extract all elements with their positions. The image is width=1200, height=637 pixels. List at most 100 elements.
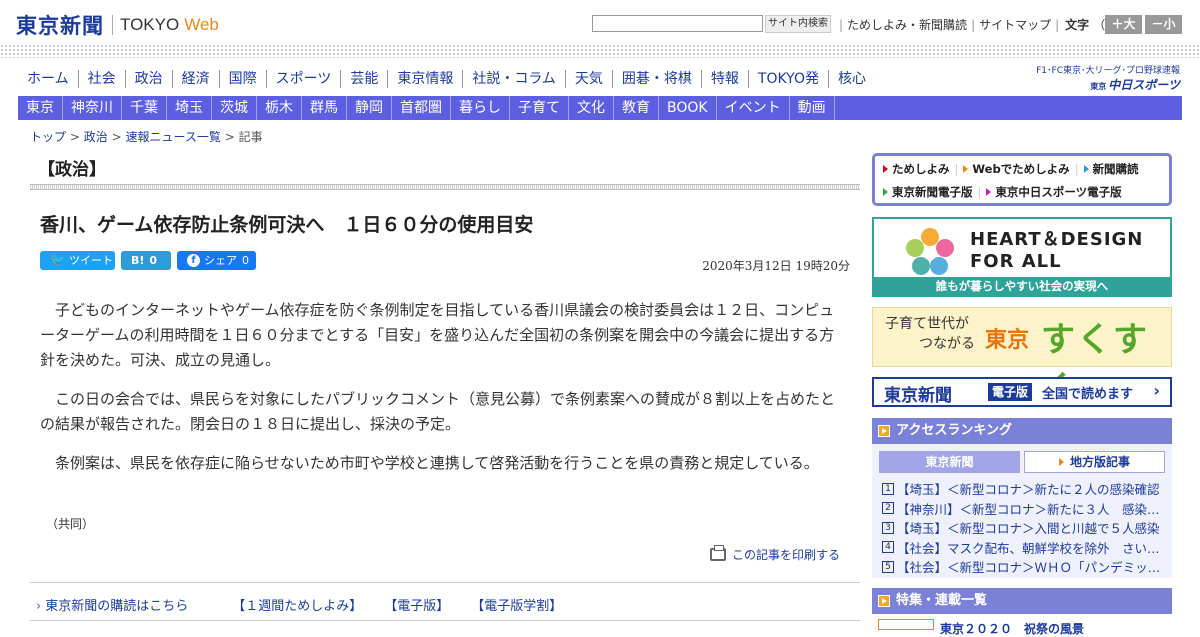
ranking-item[interactable]: 2 【神奈川】＜新型コロナ＞新たに３人 感染確認 [882,499,1164,519]
digital-edition-link[interactable]: 【電子版】 [384,595,449,614]
subscription-link[interactable]: 新聞購読 [1083,161,1139,177]
breadcrumb-sep: > [69,130,80,144]
nav-item-home[interactable]: ホーム [18,70,78,88]
main-nav: ホーム 社会 政治 経済 国際 スポーツ 芸能 東京情報 社説・コラム 天気 囲… [18,70,875,88]
article-paragraph: 条例案は、県民を依存症に陥らせないため市町や学校と連携して啓発活動を行うことを県… [55,454,819,472]
region-parenting[interactable]: 子育て [510,96,569,120]
region-shutoken[interactable]: 首都圏 [392,96,451,120]
breadcrumb: トップ > 政治 > 速報ニュース一覧 > 記事 [30,128,263,145]
tab-tokyo-shimbun[interactable]: 東京新聞 [879,451,1020,473]
region-living[interactable]: 暮らし [451,96,510,120]
region-event[interactable]: イベント [717,96,790,120]
section-title: 【政治】 [38,160,106,180]
chunichi-digital-link[interactable]: 東京中日スポーツ電子版 [986,184,1122,200]
header-dotted-divider [0,44,1200,58]
tokyo-sukusuku-banner[interactable]: 子育て世代が つながる 東京 すくすく [872,307,1172,409]
region-education[interactable]: 教育 [614,96,659,120]
tab-local-articles[interactable]: 地方版記事 [1024,451,1165,473]
nav-item-sports[interactable]: スポーツ [265,70,341,88]
font-bigger-button[interactable]: ＋大 [1105,15,1142,34]
region-tochigi[interactable]: 栃木 [257,96,302,120]
sitemap-link[interactable]: サイトマップ [979,16,1051,33]
feature-item-text[interactable]: 東京２０２０ 祝祭の風景 [940,620,1084,637]
breadcrumb-top[interactable]: トップ [30,130,66,144]
heart-design-banner[interactable]: HEART＆DESIGN FOR ALL 誰もが暮らしやすい社会の実現へ [872,217,1172,297]
ranking-item[interactable]: 1 【埼玉】＜新型コロナ＞新たに２人の感染確認 [882,479,1164,499]
nav-item-tokyo-info[interactable]: 東京情報 [387,70,462,88]
chunichi-digital-link-label: 東京中日スポーツ電子版 [995,185,1122,199]
ranking-list: 1 【埼玉】＜新型コロナ＞新たに２人の感染確認 2 【神奈川】＜新型コロナ＞新た… [882,479,1164,577]
sukusuku-tagline-1: 子育て世代が [885,316,969,332]
nav-item-special-report[interactable]: 特報 [700,70,748,88]
rank-number: 3 [882,521,894,534]
chunichi-sports-link[interactable]: F1･FC東京･大リーグ･プロ野球速報 東京 中日スポーツ [1010,63,1180,93]
flower-logo-icon [906,228,954,275]
divider: | [839,17,844,32]
region-ibaraki[interactable]: 茨城 [212,96,257,120]
font-size-label: 文字 [1065,18,1090,32]
rank-number: 5 [882,560,894,573]
font-smaller-button[interactable]: －小 [1145,15,1182,34]
nav-item-world[interactable]: 国際 [218,70,266,88]
tokyo-digital-link-label: 東京新聞電子版 [892,185,973,199]
ranking-item[interactable]: 4 【社会】マスク配布、朝鮮学校を除外 さいたま市 [882,538,1164,558]
facebook-count: 0 [242,254,249,267]
nav-item-weather[interactable]: 天気 [564,70,612,88]
tokyo-digital-link[interactable]: 東京新聞電子版 [883,184,973,200]
sukusuku-tagline-2: つながる [919,336,975,352]
heart-design-line1: HEART＆DESIGN [970,229,1144,250]
features-title: 特集・連載一覧 [896,593,988,608]
tweet-button[interactable]: 🐦 ツイート [40,251,115,270]
divider: | [977,185,982,199]
trial-link[interactable]: ためしよみ [883,161,950,177]
nav-item-go-shogi[interactable]: 囲碁・将棋 [611,70,701,88]
nav-item-editorial[interactable]: 社説・コラム [462,70,565,88]
nav-item-kakushin[interactable]: 核心 [827,70,875,88]
nav-item-tokyo-hatsu[interactable]: TOKYO発 [747,70,828,88]
search-input[interactable] [592,15,763,32]
search-button[interactable]: サイト内検索 [765,15,831,33]
breadcrumb-politics[interactable]: 政治 [84,130,108,144]
logo-web: Web [184,15,219,34]
region-chiba[interactable]: 千葉 [122,96,167,120]
triangle-right-icon [986,188,992,196]
facebook-share-button[interactable]: f シェア 0 [177,251,256,270]
triangle-right-icon [963,165,969,173]
digital-student-discount-link[interactable]: 【電子版学割】 [471,595,562,614]
chunichi-logo: 東京 中日スポーツ [1010,76,1180,93]
features-header: 特集・連載一覧 [872,588,1172,614]
feature-thumbnail[interactable] [878,619,934,630]
nav-item-economy[interactable]: 経済 [171,70,219,88]
region-book[interactable]: BOOK [659,96,717,120]
site-logo[interactable]: 東京新聞 TOKYO Web [16,10,219,40]
rank-number: 2 [882,502,894,515]
nav-item-entertainment[interactable]: 芸能 [340,70,387,88]
breadcrumb-news-list[interactable]: 速報ニュース一覧 [125,130,220,144]
digital-edition-banner[interactable]: 東京新聞 電子版 全国で読めます › [872,377,1172,407]
section-divider [30,184,860,190]
print-article-link[interactable]: この記事を印刷する [710,545,840,563]
facebook-share-label: シェア [204,254,237,267]
ranking-item[interactable]: 5 【社会】＜新型コロナ＞ＷＨＯ「パンデミック」 [882,557,1164,577]
triangle-right-icon [1058,458,1064,466]
region-video[interactable]: 動画 [790,96,835,120]
breadcrumb-sep: > [111,130,122,144]
one-week-trial-link[interactable]: 【１週間ためしよみ】 [232,595,362,614]
sukusuku-tagline: 子育て世代が つながる [885,314,975,354]
ranking-item[interactable]: 3 【埼玉】＜新型コロナ＞入間と川越で５人感染 [882,518,1164,538]
region-culture[interactable]: 文化 [569,96,614,120]
nav-item-politics[interactable]: 政治 [124,70,172,88]
region-kanagawa[interactable]: 神奈川 [63,96,122,120]
region-gunma[interactable]: 群馬 [302,96,347,120]
region-saitama[interactable]: 埼玉 [167,96,212,120]
subscription-link-label: 新聞購読 [1092,162,1139,176]
nav-item-society[interactable]: 社会 [77,70,125,88]
trial-subscribe-link[interactable]: ためしよみ・新聞購読 [847,16,967,33]
web-trial-link[interactable]: Webでためしよみ [963,161,1070,177]
hatena-count: 0 [149,254,158,267]
hatena-bookmark-button[interactable]: B! 0 [121,251,171,270]
region-tokyo[interactable]: 東京 [18,96,63,120]
region-shizuoka[interactable]: 静岡 [347,96,392,120]
logo-divider [112,15,113,35]
subscribe-link[interactable]: › 東京新聞の購読はこちら [36,595,210,614]
